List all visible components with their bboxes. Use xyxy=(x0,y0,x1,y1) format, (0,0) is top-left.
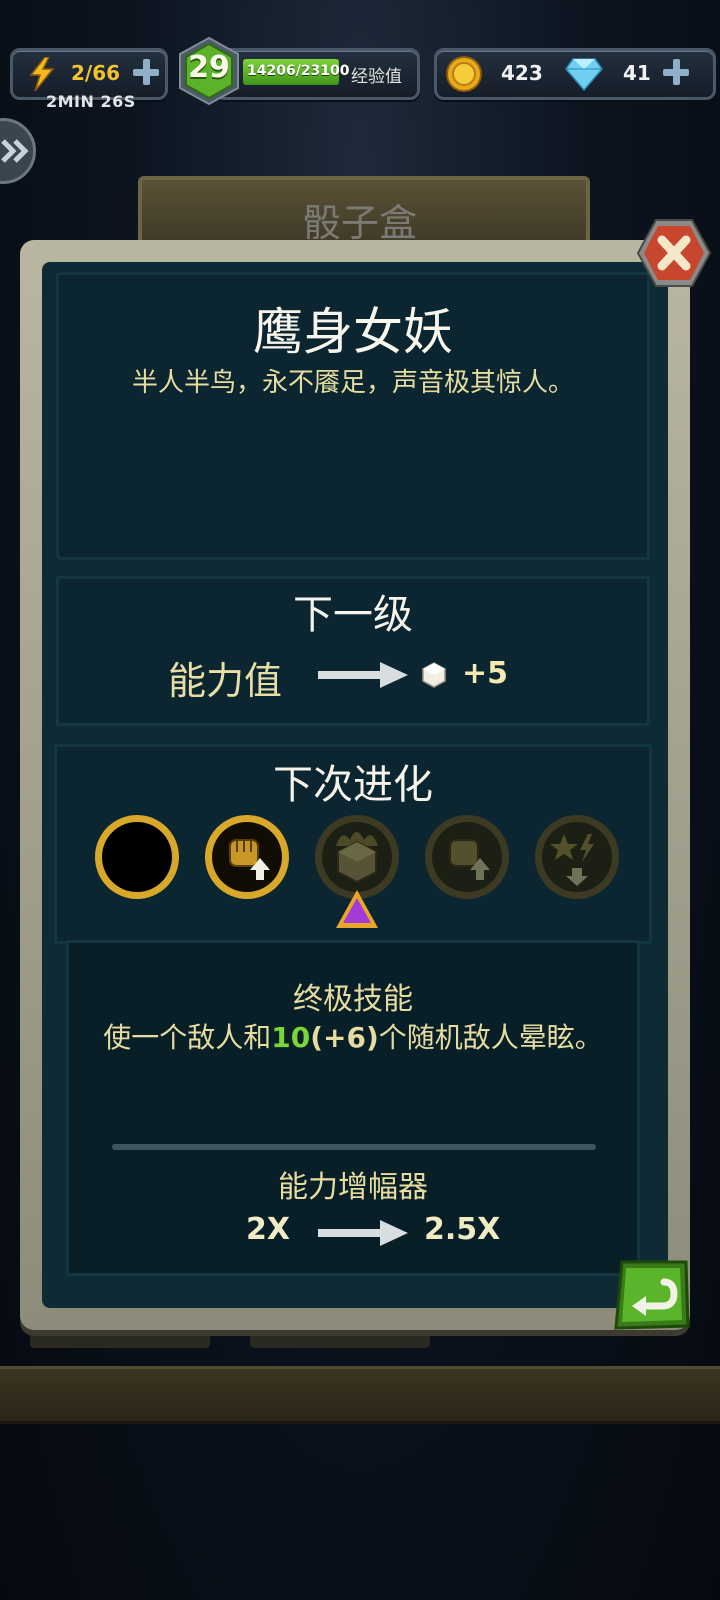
double-chevron-icon xyxy=(1,139,29,163)
next-evolution-heading: 下次进化 xyxy=(273,762,433,808)
burning-cube-icon xyxy=(336,832,378,884)
selected-triangle-icon xyxy=(336,890,378,928)
amplifier-title: 能力增幅器 xyxy=(278,1170,428,1205)
skill-title: 终极技能 xyxy=(293,982,413,1017)
divider xyxy=(112,1144,596,1150)
amplifier-to: 2.5X xyxy=(424,1212,501,1247)
evolution-slot-4[interactable] xyxy=(422,812,512,902)
arrow-right-icon xyxy=(318,1220,408,1246)
arrow-right-icon xyxy=(318,662,408,688)
unit-description: 半人半鸟，永不餍足，声音极其惊人。 xyxy=(131,368,574,398)
energy-timer: 2MIN 26S xyxy=(46,92,136,111)
add-gems-button[interactable] xyxy=(663,59,689,85)
background-header-title: 骰子盒 xyxy=(302,201,417,245)
diamond-icon xyxy=(565,58,603,91)
unit-name: 鹰身女妖 xyxy=(253,303,453,361)
close-button[interactable] xyxy=(636,218,712,288)
evolution-slot-2[interactable] xyxy=(202,812,292,902)
stat-label: 能力值 xyxy=(168,659,283,703)
coin-count: 423 xyxy=(501,61,543,85)
next-level-heading: 下一级 xyxy=(293,592,413,638)
lightning-icon xyxy=(29,57,55,91)
skill-desc-prefix: 使一个敌人和 xyxy=(103,1021,272,1054)
amplifier-from: 2X xyxy=(246,1212,291,1247)
background-bottom-plank xyxy=(0,1366,720,1424)
gold-coin-icon xyxy=(446,56,482,92)
currency-bar: 423 41 xyxy=(434,48,716,100)
skill-desc-bonus: (+6) xyxy=(310,1021,379,1054)
stat-bonus: +5 xyxy=(462,656,509,691)
player-level: 29 xyxy=(188,50,230,85)
back-button[interactable] xyxy=(612,1258,692,1330)
evolution-slot-1[interactable] xyxy=(92,812,182,902)
dice-point-icon xyxy=(422,662,446,688)
xp-value: 14206/23100 xyxy=(247,63,350,79)
gem-count: 41 xyxy=(623,61,651,85)
evolution-slot-5[interactable] xyxy=(532,812,622,902)
skill-desc-suffix: 个随机敌人晕眩。 xyxy=(378,1021,603,1054)
add-energy-button[interactable] xyxy=(133,59,159,85)
xp-label: 经验值 xyxy=(351,67,402,87)
skill-desc-value: 10 xyxy=(271,1021,311,1054)
xp-bar: 14206/23100 经验值 xyxy=(214,48,420,100)
skill-description: 使一个敌人和10(+6)个随机敌人晕眩。 xyxy=(66,1016,640,1056)
side-menu-button[interactable] xyxy=(0,118,36,184)
energy-count: 2/66 xyxy=(71,61,121,85)
